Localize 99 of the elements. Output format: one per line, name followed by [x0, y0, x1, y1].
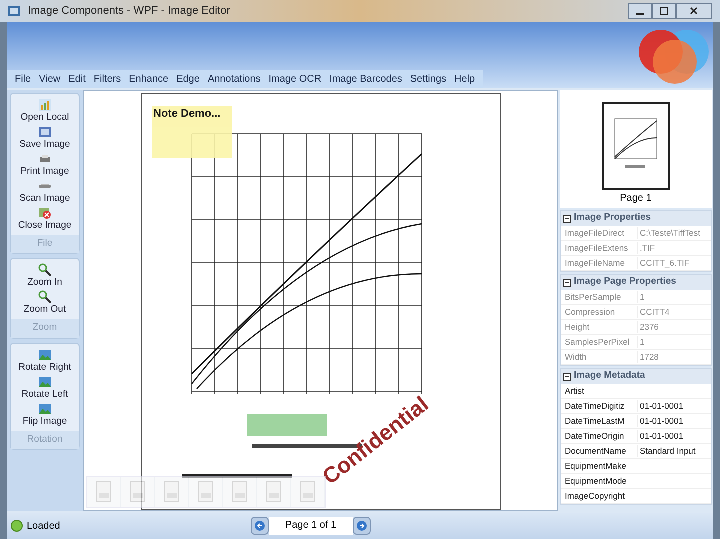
page-indicator: Page 1 of 1: [269, 517, 353, 535]
property-value: Standard Input: [637, 444, 696, 458]
document-icon: [230, 481, 250, 503]
tool-button[interactable]: Print Image: [11, 151, 79, 178]
property-value: 2376: [637, 320, 659, 334]
menu-item[interactable]: Image Barcodes: [326, 72, 406, 86]
property-name: Height: [565, 320, 591, 334]
maximize-button[interactable]: [652, 3, 676, 19]
menu-item[interactable]: Enhance: [125, 72, 173, 86]
property-name: Artist: [565, 384, 586, 398]
group-label: Rotation: [11, 430, 79, 449]
app-icon: [8, 6, 20, 16]
picture-icon: [38, 125, 52, 139]
section-title: Image Page Properties: [574, 275, 676, 290]
tool-button[interactable]: Open Local: [11, 97, 79, 124]
collapse-icon: [563, 372, 571, 380]
landscape-icon: [38, 374, 52, 388]
property-row[interactable]: EquipmentMake: [561, 459, 711, 474]
property-value: 1: [637, 336, 645, 348]
status-text: Loaded: [27, 520, 60, 534]
section-header[interactable]: Image Metadata: [561, 369, 711, 384]
tool-button[interactable]: Rotate Right: [11, 346, 79, 374]
group-label: File: [11, 235, 79, 254]
next-page-button[interactable]: [353, 517, 371, 535]
menu-item[interactable]: Settings: [406, 72, 451, 86]
property-name: ImageFileName: [565, 256, 626, 270]
menu-item[interactable]: Annotations: [204, 72, 265, 86]
close-button[interactable]: [676, 3, 712, 19]
window-title: Image Components - WPF - Image Editor: [28, 4, 232, 19]
document-icon: [298, 481, 318, 503]
menu-item[interactable]: Edge: [172, 72, 204, 86]
property-name: DocumentName: [565, 444, 628, 458]
left-arrow-icon: [255, 521, 265, 531]
property-name: DateTimeOrigin: [565, 430, 626, 442]
property-value: 1728: [637, 350, 659, 364]
property-name: Width: [565, 350, 588, 364]
property-name: ImageFileDirect: [565, 226, 626, 240]
landscape-icon: [38, 348, 52, 362]
document-icon: [196, 481, 216, 503]
property-value: 01-01-0001: [637, 414, 684, 428]
property-row[interactable]: DateTimeOrigin 01-01-0001: [561, 429, 711, 444]
menu-item[interactable]: Help: [450, 72, 480, 86]
document-icon: [128, 481, 148, 503]
property-value: 01-01-0001: [637, 430, 684, 442]
collapse-icon: [563, 214, 571, 222]
tool-button[interactable]: Save Image: [11, 124, 79, 151]
document-icon: [264, 481, 284, 503]
property-name: ImageCopyright: [565, 490, 626, 502]
thumbnail-label: Page 1: [620, 192, 652, 206]
property-name: BitsPerSample: [565, 290, 622, 304]
tool-button[interactable]: Close Image: [11, 205, 79, 232]
property-value: C:\Teste\TiffTest: [637, 226, 700, 240]
property-name: EquipmentMode: [565, 474, 628, 488]
property-row[interactable]: DateTimeLastM 01-01-0001: [561, 414, 711, 429]
menu-item[interactable]: Filters: [90, 72, 126, 86]
property-value: CCITT4: [637, 306, 670, 318]
tool-button[interactable]: Scan Image: [11, 178, 79, 205]
close-icon: [690, 7, 698, 15]
property-name: EquipmentMake: [565, 460, 628, 472]
document-icon: [94, 481, 114, 503]
right-arrow-icon: [357, 521, 367, 531]
property-name: Compression: [565, 306, 616, 318]
property-name: ImageFileExtens: [565, 242, 630, 254]
note-annotation: Note Demo...: [152, 106, 232, 158]
document-icon: [162, 481, 182, 503]
magnifier-icon: [38, 263, 52, 278]
menu-item[interactable]: View: [35, 72, 65, 86]
group-label: Zoom: [11, 319, 79, 338]
menu-item[interactable]: File: [11, 72, 36, 86]
property-row[interactable]: DocumentName Standard Input: [561, 444, 711, 459]
landscape-icon: [38, 402, 52, 416]
close-icon: [38, 206, 52, 220]
property-row[interactable]: Artist: [561, 384, 711, 399]
section-title: Image Metadata: [574, 369, 646, 384]
maximize-icon: [660, 7, 668, 15]
property-name: DateTimeLastM: [565, 414, 626, 428]
tool-button[interactable]: Rotate Left: [11, 374, 79, 400]
menu-item[interactable]: Image OCR: [264, 72, 326, 86]
property-value: 01-01-0001: [637, 400, 684, 412]
section-title: Image Properties: [574, 211, 652, 226]
property-value: 1: [637, 290, 645, 304]
page-thumbnail[interactable]: [602, 102, 670, 190]
property-name: SamplesPerPixel: [565, 336, 631, 348]
minimize-button[interactable]: [628, 3, 652, 19]
property-row[interactable]: DateTimeDigitiz 01-01-0001: [561, 399, 711, 414]
tool-button[interactable]: Zoom Out: [11, 289, 79, 316]
tool-button[interactable]: Zoom In: [11, 262, 79, 290]
status-light-icon: [11, 520, 23, 532]
chart-icon: [38, 98, 52, 112]
collapse-icon: [563, 278, 571, 286]
property-value: CCITT_6.TIF: [637, 256, 690, 270]
property-value: .TIF: [637, 242, 656, 254]
property-row[interactable]: ImageCopyright: [561, 489, 711, 504]
previous-page-button[interactable]: [251, 517, 269, 535]
property-row[interactable]: EquipmentMode: [561, 474, 711, 489]
magnifier-icon: [38, 290, 52, 304]
menu-item[interactable]: Edit: [64, 72, 90, 86]
tool-button[interactable]: Flip Image: [11, 400, 79, 428]
property-name: DateTimeDigitiz: [565, 400, 626, 412]
